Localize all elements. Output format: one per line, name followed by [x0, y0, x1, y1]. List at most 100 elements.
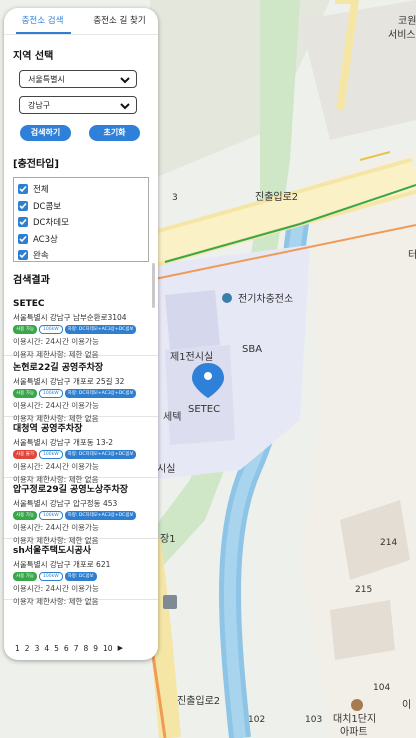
- map-label-104: 104: [373, 683, 390, 693]
- checkbox-all[interactable]: 전체: [14, 181, 148, 198]
- district-select-value: 강남구: [28, 101, 51, 110]
- status-badge: 사용 불가: [13, 450, 37, 459]
- search-panel: 충전소 검색 충전소 길 찾기 지역 선택 서울특별시 강남구 검색하기 초기화…: [4, 8, 158, 660]
- status-badge: 사용 가능: [13, 572, 37, 581]
- map-label-parking: 장1: [160, 533, 176, 545]
- map-label-apt3: 대치1단지: [333, 713, 376, 725]
- type-badge: 차량: DC차데모+AC3상+DC콤보: [64, 325, 137, 334]
- checkbox-label: DC차데모: [33, 218, 69, 229]
- result-hours: 이용시간: 24시간 이용가능: [13, 337, 99, 346]
- checkbox-checked-icon: [18, 184, 28, 195]
- result-address: 서울특별시 강남구 개포로 621: [13, 560, 111, 569]
- map-label-214: 214: [380, 538, 397, 548]
- chevron-down-icon: [120, 77, 130, 84]
- result-badges: 사용 가능 100kW 차량: DC콤보: [13, 572, 158, 581]
- map-label-102: 102: [248, 715, 265, 725]
- map-label-edge: 터: [408, 249, 416, 261]
- checkbox-label: DC콤보: [33, 201, 62, 212]
- next-page-icon[interactable]: ▶: [118, 644, 123, 653]
- speed-badge: 100kW: [39, 511, 63, 520]
- map-label-number: 3: [172, 193, 178, 203]
- tab-route-search[interactable]: 충전소 길 찾기: [81, 8, 158, 34]
- result-hours: 이용시간: 24시간 이용가능: [13, 462, 99, 471]
- page-link[interactable]: 4: [44, 644, 49, 653]
- charger-type-list: 전체 DC콤보 DC차데모 AC3상 완속: [13, 177, 149, 262]
- checkbox-checked-icon: [18, 200, 28, 211]
- result-badges: 사용 가능 100kW 차량: DC차데모+AC3상+DC콤보: [13, 511, 158, 520]
- map-label-apt4: 아파트: [340, 726, 368, 738]
- page-link[interactable]: 6: [64, 644, 69, 653]
- result-address: 서울특별시 강남구 개포로 25길 32: [13, 377, 125, 386]
- checkbox-checked-icon: [18, 250, 28, 261]
- type-badge: 차량: DC차데모+AC3상+DC콤보: [64, 450, 137, 459]
- map-label-road2: 진출입로2: [177, 694, 220, 707]
- result-hours: 이용시간: 24시간 이용가능: [13, 584, 99, 593]
- page-link[interactable]: 5: [54, 644, 59, 653]
- page-link[interactable]: 9: [93, 644, 98, 653]
- map-label-103: 103: [305, 715, 322, 725]
- district-select[interactable]: 강남구: [19, 96, 137, 114]
- checkbox-ac3[interactable]: AC3상: [14, 231, 148, 248]
- reset-button[interactable]: 초기화: [89, 125, 140, 141]
- result-item[interactable]: sh서울주택도시공사 서울특별시 강남구 개포로 621 사용 가능 100kW 차…: [4, 539, 158, 606]
- result-limit: 이용자 제한사항: 제한 없음: [13, 597, 99, 606]
- charger-type-title: [충전타입]: [13, 159, 59, 170]
- status-badge: 사용 가능: [13, 389, 37, 398]
- results-list: SETEC 서울특별시 강남구 남부순환로3104 사용 가능 100kW 차량: …: [4, 295, 158, 635]
- map-label-edge2: 이: [402, 699, 411, 711]
- result-badges: 사용 가능 100kW 차량: DC차데모+AC3상+DC콤보: [13, 389, 158, 398]
- checkbox-checked-icon: [18, 217, 28, 228]
- apartment-icon: [351, 699, 363, 711]
- result-address: 서울특별시 강남구 압구정동 453: [13, 499, 118, 508]
- map-label-exhibit: 세텍: [163, 411, 181, 423]
- status-badge: 사용 가능: [13, 325, 37, 334]
- charger-poi-icon: [222, 293, 232, 303]
- page-link[interactable]: 8: [83, 644, 88, 653]
- map-label-station: 전기차충전소: [238, 293, 293, 305]
- checkbox-label: 전체: [33, 185, 49, 196]
- pagination: 1 2 3 4 5 6 7 8 9 10 ▶: [15, 644, 123, 653]
- checkbox-slow[interactable]: 완속: [14, 247, 148, 264]
- result-address: 서울특별시 강남구 남부순환로3104: [13, 313, 127, 322]
- checkbox-label: 완속: [33, 251, 49, 262]
- result-item[interactable]: SETEC 서울특별시 강남구 남부순환로3104 사용 가능 100kW 차량: …: [4, 295, 158, 359]
- checkbox-dc-chademo[interactable]: DC차데모: [14, 214, 148, 231]
- city-select-value: 서울특별시: [28, 75, 65, 84]
- result-item[interactable]: 논현로22길 공영주차장 서울특별시 강남구 개포로 25길 32 사용 가능 1…: [4, 356, 158, 423]
- result-item[interactable]: 압구정로29길 공영노상주차장 서울특별시 강남구 압구정동 453 사용 가능…: [4, 478, 158, 545]
- restroom-icon: [163, 595, 177, 609]
- result-name: SETEC: [13, 299, 45, 309]
- page-link[interactable]: 7: [74, 644, 79, 653]
- map-label-setec: SETEC: [188, 404, 220, 415]
- search-button[interactable]: 검색하기: [20, 125, 71, 141]
- result-hours: 이용시간: 24시간 이용가능: [13, 401, 99, 410]
- region-title: 지역 선택: [13, 51, 54, 62]
- page-link[interactable]: 3: [35, 644, 40, 653]
- result-address: 서울특별시 강남구 개포동 13-2: [13, 438, 114, 447]
- page-link[interactable]: 10: [103, 644, 113, 653]
- panel-tabs: 충전소 검색 충전소 길 찾기: [4, 8, 158, 35]
- speed-badge: 100kW: [39, 450, 63, 459]
- chevron-down-icon: [120, 103, 130, 110]
- tab-station-search[interactable]: 충전소 검색: [4, 8, 81, 34]
- map-label-215: 215: [355, 585, 372, 595]
- checkbox-checked-icon: [18, 233, 28, 244]
- result-item[interactable]: 대청역 공영주차장 서울특별시 강남구 개포동 13-2 사용 불가 100kW 차…: [4, 417, 158, 484]
- page-link[interactable]: 2: [25, 644, 30, 653]
- type-badge: 차량: DC차데모+AC3상+DC콤보: [64, 389, 137, 398]
- map-label-hall: 제1전시실: [170, 351, 213, 363]
- result-hours: 이용시간: 24시간 이용가능: [13, 523, 99, 532]
- map-label-exhibit2: 시실: [157, 463, 175, 475]
- result-name: sh서울주택도시공사: [13, 546, 92, 556]
- type-badge: 차량: DC콤보: [64, 572, 97, 581]
- type-badge: 차량: DC차데모+AC3상+DC콤보: [64, 511, 137, 520]
- city-select[interactable]: 서울특별시: [19, 70, 137, 88]
- result-name: 논현로22길 공영주차장: [13, 363, 104, 373]
- checkbox-dc-combo[interactable]: DC콤보: [14, 198, 148, 215]
- status-badge: 사용 가능: [13, 511, 37, 520]
- speed-badge: 100kW: [39, 572, 63, 581]
- map-label-apt2: 서비스: [388, 29, 416, 41]
- map-label-road: 진출입로2: [255, 190, 298, 203]
- results-title: 검색결과: [13, 275, 50, 286]
- page-link[interactable]: 1: [15, 644, 20, 653]
